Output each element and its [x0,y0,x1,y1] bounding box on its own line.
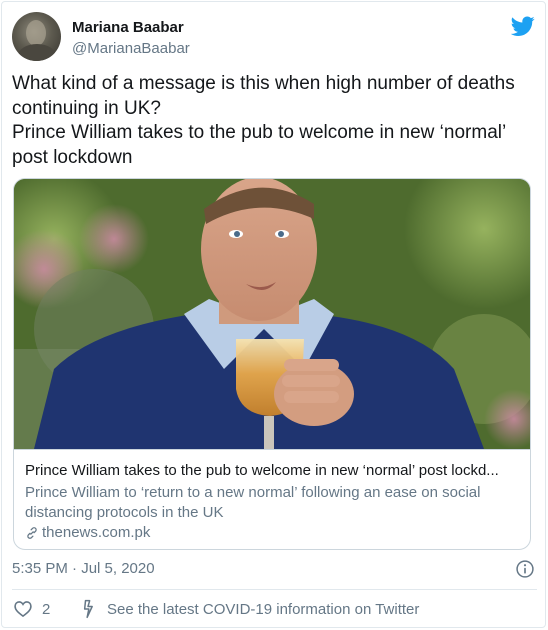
tweet-actions: 2 See the latest COVID-19 information on… [12,597,537,621]
card-image[interactable] [14,179,530,449]
info-icon[interactable] [515,559,535,579]
card-description-line: distancing protocols in the UK [25,503,224,521]
card-title[interactable]: Prince William takes to the pub to welco… [25,462,520,479]
link-preview-card[interactable]: Prince William takes to the pub to welco… [13,178,531,550]
lightning-bolt-icon [83,599,93,619]
heart-icon[interactable] [13,599,33,619]
avatar-face [26,20,46,46]
card-description: Prince William to ‘return to a new norma… [25,483,520,522]
avatar-shoulders [18,44,56,61]
link-icon [27,526,37,539]
tweet-text-line: post lockdown [12,146,133,168]
author-handle[interactable]: @MarianaBaabar [72,40,190,57]
card-domain[interactable]: thenews.com.pk [25,524,150,541]
card-description-line: Prince William to ‘return to a new norma… [25,484,481,501]
card-domain-text: thenews.com.pk [42,524,151,541]
like-count[interactable]: 2 [42,601,50,618]
tweet-text-line: continuing in UK? [12,97,161,119]
tweet-text-line: What kind of a message is this when high… [12,73,515,94]
card-body: Prince William takes to the pub to welco… [14,449,530,549]
covid-info-link[interactable]: See the latest COVID-19 information on T… [107,601,419,618]
twitter-bird-icon[interactable] [511,14,535,38]
tweet-text: What kind of a message is this when high… [12,72,537,170]
author-display-name[interactable]: Mariana Baabar [72,19,184,36]
tweet-card: Mariana Baabar @MarianaBaabar What kind … [1,1,546,628]
tweet-timestamp[interactable]: 5:35 PM · Jul 5, 2020 [12,560,155,577]
tweet-text-line: Prince William takes to the pub to welco… [12,122,507,143]
avatar[interactable] [12,12,61,61]
divider [12,589,537,590]
tweet-header: Mariana Baabar @MarianaBaabar [12,12,537,62]
card-photo-illustration [14,179,530,449]
